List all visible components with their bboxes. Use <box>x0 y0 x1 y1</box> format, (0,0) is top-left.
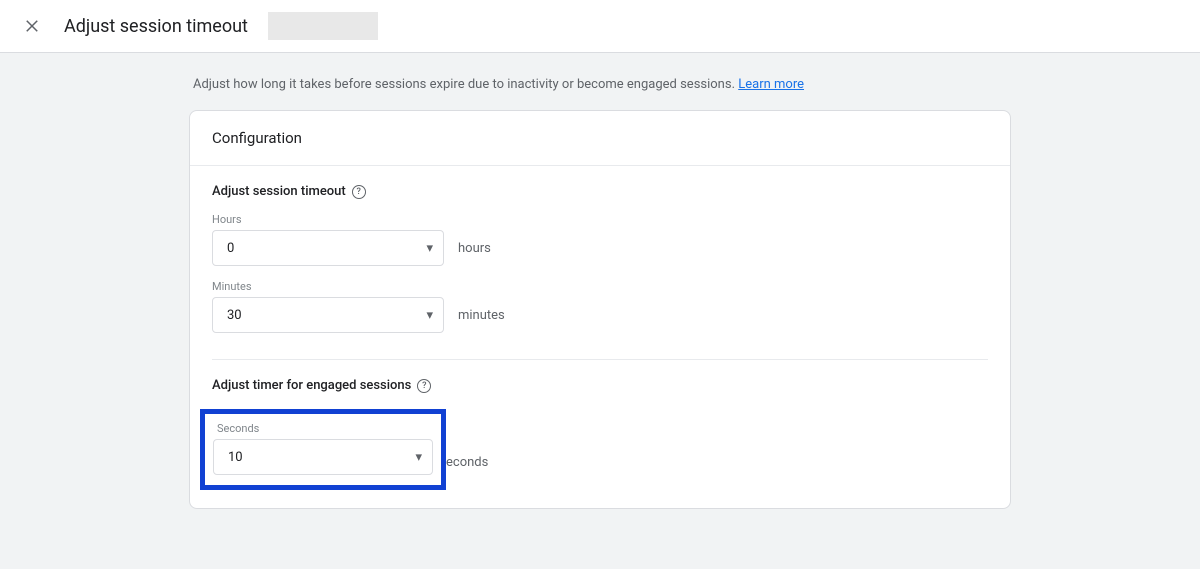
minutes-unit: minutes <box>458 308 505 323</box>
page-body: Adjust how long it takes before sessions… <box>0 53 1200 569</box>
hours-unit: hours <box>458 241 491 256</box>
hours-field-group: Hours 0 ▾ hours <box>212 213 988 266</box>
learn-more-link[interactable]: Learn more <box>738 77 804 92</box>
session-timeout-title-row: Adjust session timeout ? <box>212 184 988 199</box>
minutes-field-row: 30 ▾ minutes <box>212 297 988 333</box>
close-icon <box>23 17 41 35</box>
seconds-unit: econds <box>446 455 488 470</box>
minutes-label: Minutes <box>212 280 988 293</box>
session-timeout-section: Adjust session timeout ? Hours 0 ▾ hours… <box>190 166 1010 359</box>
hours-value: 0 <box>227 241 234 256</box>
seconds-select[interactable]: 10 ▾ <box>213 439 433 475</box>
hours-select[interactable]: 0 ▾ <box>212 230 444 266</box>
page-header: Adjust session timeout <box>0 0 1200 53</box>
header-placeholder <box>268 12 378 40</box>
seconds-label: Seconds <box>217 422 433 435</box>
engaged-sessions-title: Adjust timer for engaged sessions <box>212 378 411 393</box>
minutes-select[interactable]: 30 ▾ <box>212 297 444 333</box>
minutes-field-group: Minutes 30 ▾ minutes <box>212 280 988 333</box>
engaged-sessions-section: Adjust timer for engaged sessions ? Seco… <box>190 360 1010 508</box>
card-title: Configuration <box>190 111 1010 166</box>
page-title: Adjust session timeout <box>64 16 248 37</box>
chevron-down-icon: ▾ <box>426 241 433 256</box>
chevron-down-icon: ▾ <box>426 308 433 323</box>
hours-label: Hours <box>212 213 988 226</box>
chevron-down-icon: ▾ <box>415 450 422 465</box>
minutes-value: 30 <box>227 308 242 323</box>
help-icon[interactable]: ? <box>352 185 366 199</box>
seconds-highlight-box: Seconds 10 ▾ <box>200 409 446 490</box>
session-timeout-title: Adjust session timeout <box>212 184 346 199</box>
description-row: Adjust how long it takes before sessions… <box>189 77 1011 92</box>
hours-field-row: 0 ▾ hours <box>212 230 988 266</box>
engaged-sessions-title-row: Adjust timer for engaged sessions ? <box>212 378 988 393</box>
configuration-card: Configuration Adjust session timeout ? H… <box>189 110 1011 509</box>
seconds-value: 10 <box>228 450 243 465</box>
help-icon[interactable]: ? <box>417 379 431 393</box>
description-text: Adjust how long it takes before sessions… <box>193 77 738 92</box>
close-button[interactable] <box>20 14 44 38</box>
